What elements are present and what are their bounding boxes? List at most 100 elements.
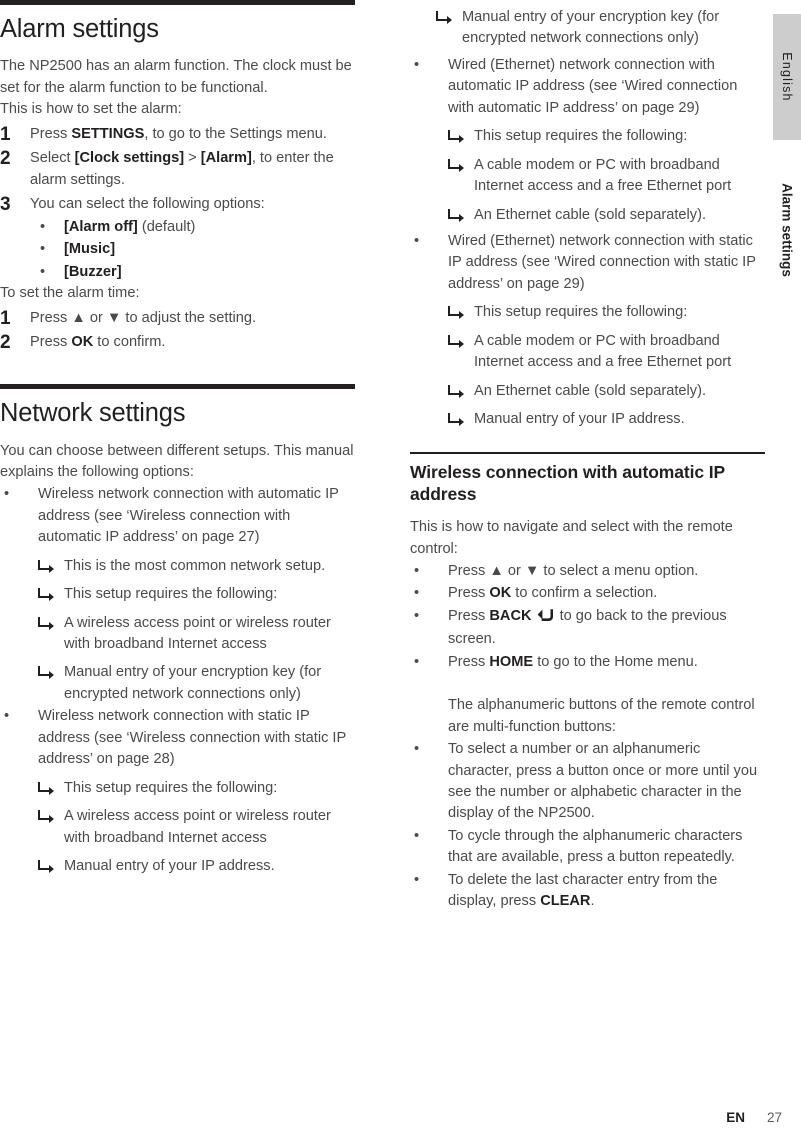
footer-language-code: EN xyxy=(726,1110,745,1125)
sub-list-item: This setup requires the following: xyxy=(448,302,765,323)
bullet-dot-icon: • xyxy=(40,241,46,258)
bullet-dot-icon: • xyxy=(414,56,420,73)
list-item-text: To select a number or an alphanumeric ch… xyxy=(448,741,758,822)
hook-arrow-icon xyxy=(38,856,64,873)
sub-list-text: Manual entry of your encryption key (for… xyxy=(64,664,322,702)
alphanumeric-intro-paragraph: The alphanumeric buttons of the remote c… xyxy=(448,697,755,735)
hook-arrow-icon xyxy=(448,126,474,144)
step-number: 2 xyxy=(0,148,11,170)
list-item: • Wired (Ethernet) network connection wi… xyxy=(410,55,765,226)
bullet-dot-icon: • xyxy=(414,741,420,758)
step-text-before: Press xyxy=(30,125,72,142)
list-item: • Wired (Ethernet) network connection wi… xyxy=(410,231,765,431)
list-item-text-after: . xyxy=(590,893,595,910)
sub-list-item: An Ethernet cable (sold separately). xyxy=(448,381,765,402)
list-item-label: To delete the last character entry from … xyxy=(448,870,765,913)
list-item-text-before: Press xyxy=(448,607,490,624)
list-item-label: Press ▲ or ▼ to select a menu option. xyxy=(448,561,765,582)
page-footer: EN 27 xyxy=(0,1110,782,1125)
remote-nav-list: • Press ▲ or ▼ to select a menu option. … xyxy=(410,561,765,673)
down-arrow-icon: ▼ xyxy=(106,309,122,326)
hook-arrow-icon xyxy=(448,155,474,172)
hook-arrow-icon xyxy=(448,331,474,348)
list-item-text: Wireless network connection with automat… xyxy=(38,486,339,546)
alarm-steps-list: 1 Press SETTINGS, to go to the Settings … xyxy=(0,124,355,283)
list-item: • [Music] xyxy=(30,239,355,260)
sub-list-text: A wireless access point or wireless rout… xyxy=(64,614,331,653)
step-number: 1 xyxy=(0,307,11,329)
list-item-label: Wired (Ethernet) network connection with… xyxy=(448,231,765,431)
step-text-mid: > xyxy=(184,150,201,167)
list-item-label: [Buzzer] xyxy=(64,262,355,283)
list-item: • [Buzzer] xyxy=(30,262,355,283)
list-item: • To select a number or an alphanumeric … xyxy=(410,739,765,825)
step-text-before: You can select the following options: xyxy=(30,196,265,213)
hook-arrow-icon xyxy=(448,205,474,222)
continued-sub-list: Manual entry of your encryption key (for… xyxy=(410,7,765,50)
alarm-time-intro: To set the alarm time: xyxy=(0,285,140,302)
step-text-after: , to go to the Settings menu. xyxy=(144,125,327,142)
alarm-off-option-suffix: (default) xyxy=(137,218,196,235)
sub-list-item: This is the most common network setup. xyxy=(38,556,355,577)
back-arrow-icon xyxy=(537,608,554,629)
alarm-off-option-label: [Alarm off] xyxy=(64,218,138,235)
alarm-option-list: • [Alarm off] (default) • [Music] • [Buz… xyxy=(30,217,355,283)
settings-button-label: SETTINGS xyxy=(71,125,145,142)
list-item: • To delete the last character entry fro… xyxy=(410,870,765,913)
up-arrow-icon: ▲ xyxy=(71,309,86,326)
step-number: 2 xyxy=(0,332,11,354)
list-item-text: Wired (Ethernet) network connection with… xyxy=(448,56,738,116)
sub-list-item: Manual entry of your IP address. xyxy=(38,856,355,877)
list-item-text: Wireless network connection with static … xyxy=(38,708,346,768)
list-item-text-before: Press xyxy=(448,653,490,670)
list-item-label: Press BACK to go back to the previous sc… xyxy=(448,606,765,651)
sub-list-item: This setup requires the following: xyxy=(448,126,765,147)
list-item-text-after: to select a menu option. xyxy=(539,563,699,579)
step-item: 1 Press ▲ or ▼ to adjust the setting. xyxy=(0,308,355,330)
buzzer-option-label: [Buzzer] xyxy=(64,263,122,280)
list-item-label: Wired (Ethernet) network connection with… xyxy=(448,55,765,226)
sub-list-text: Manual entry of your IP address. xyxy=(474,411,685,427)
sub-list-text: Manual entry of your IP address. xyxy=(64,857,275,874)
sub-list-text: A cable modem or PC with broadband Inter… xyxy=(474,332,732,371)
hook-arrow-icon xyxy=(38,556,64,573)
sub-list-text: This setup requires the following: xyxy=(64,586,278,603)
ok-button-label: OK xyxy=(489,585,512,602)
sub-list-text: An Ethernet cable (sold separately). xyxy=(474,206,707,223)
step-number: 3 xyxy=(0,194,11,216)
language-side-tab-label: English xyxy=(780,52,794,102)
sub-list-text: Manual entry of your encryption key (for… xyxy=(462,9,720,47)
hook-arrow-icon xyxy=(448,302,474,320)
clear-button-label: CLEAR xyxy=(540,893,591,910)
list-item-text: Wired (Ethernet) network connection with… xyxy=(448,232,756,292)
up-arrow-icon: ▲ xyxy=(489,563,504,579)
bullet-dot-icon: • xyxy=(40,218,46,235)
bullet-dot-icon: • xyxy=(414,563,420,579)
step-text: Select [Clock settings] > [Alarm], to en… xyxy=(30,148,355,191)
wired-options-list: • Wired (Ethernet) network connection wi… xyxy=(410,55,765,431)
sub-list-item: This setup requires the following: xyxy=(38,778,355,799)
list-item-label: Press OK to confirm a selection. xyxy=(448,583,765,604)
wireless-connection-title: Wireless connection with automatic IP ad… xyxy=(410,462,725,504)
list-item-label: [Music] xyxy=(64,239,355,260)
language-side-tab: English xyxy=(773,14,801,140)
sub-list-item: Manual entry of your encryption key (for… xyxy=(410,7,765,50)
footer-page-number: 27 xyxy=(766,1110,782,1125)
hook-arrow-icon xyxy=(448,409,474,426)
step-number: 1 xyxy=(0,123,11,145)
step-text-after: to confirm. xyxy=(93,334,166,351)
sub-list-text: A wireless access point or wireless rout… xyxy=(64,808,331,846)
sub-list-text: This is the most common network setup. xyxy=(64,557,326,574)
bullet-dot-icon: • xyxy=(414,607,420,624)
hook-arrow-icon xyxy=(448,381,474,398)
music-option-label: [Music] xyxy=(64,241,116,258)
manual-page: Alarm settings The NP2500 has an alarm f… xyxy=(0,0,801,1136)
step-text-before: Press xyxy=(30,309,72,326)
step-item: 2 Press OK to confirm. xyxy=(0,332,355,354)
sub-list-text: This setup requires the following: xyxy=(474,304,688,321)
step-text-before: Press xyxy=(30,334,72,351)
sub-list: This setup requires the following: A wir… xyxy=(38,778,355,878)
sub-list: This setup requires the following: A cab… xyxy=(448,126,765,226)
clock-settings-menu-label: [Clock settings] xyxy=(74,150,185,167)
step-text: Press ▲ or ▼ to adjust the setting. xyxy=(30,308,355,329)
